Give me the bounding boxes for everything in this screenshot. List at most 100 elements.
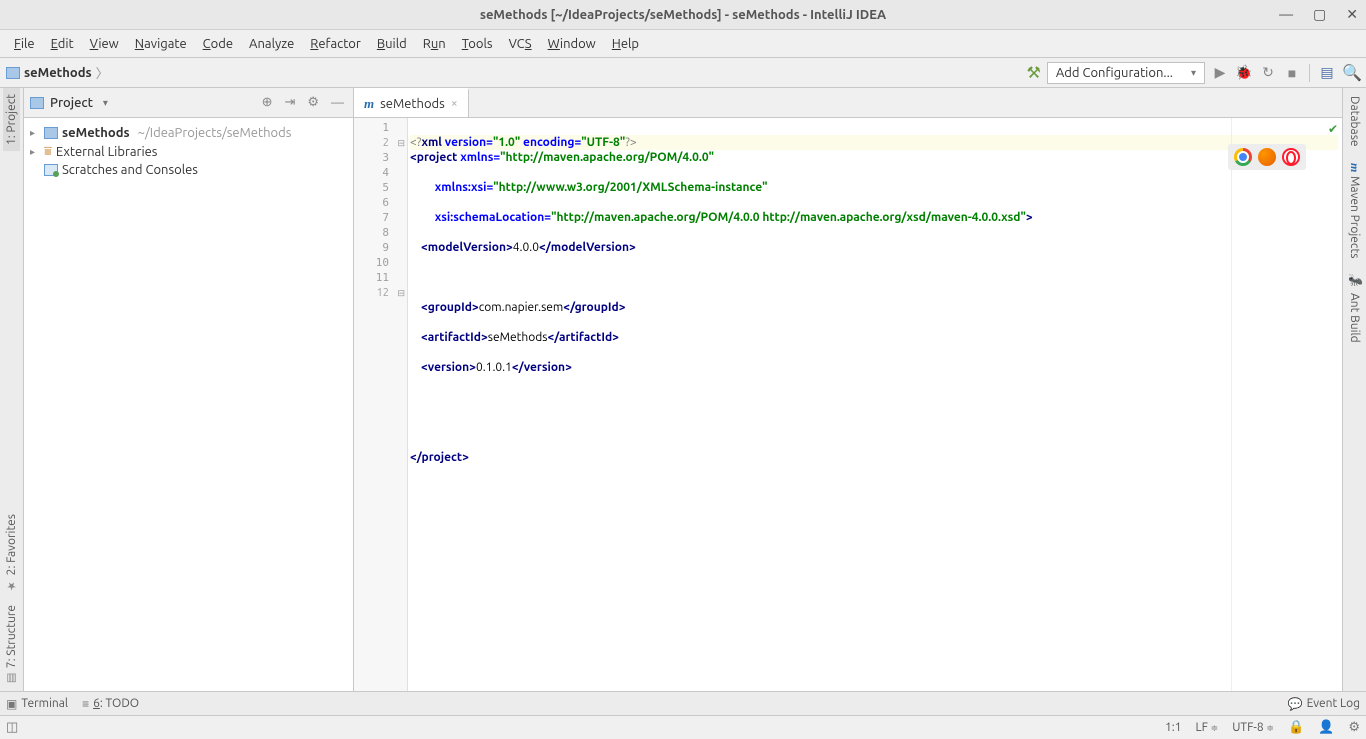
chevron-down-icon[interactable]: ▾ — [103, 97, 108, 109]
run-icon[interactable]: ▶ — [1211, 64, 1229, 81]
line-number: 12⊟ — [354, 285, 407, 300]
run-config-label: Add Configuration... — [1056, 66, 1173, 80]
editor-gutter[interactable]: 1 2⊟ 3 4 5 6 7 8 9 10 11 12⊟ — [354, 118, 408, 691]
run-config-dropdown[interactable]: Add Configuration... ▾ — [1047, 62, 1205, 84]
menu-vcs[interactable]: VCS — [501, 33, 540, 55]
tool-tab-maven[interactable]: mMaven Projects — [1345, 155, 1364, 267]
window-title: seMethods [~/IdeaProjects/seMethods] - s… — [480, 8, 886, 22]
project-tool-window: Project ▾ ⊕ ⇥ ⚙ — ▸ seMethods ~/IdeaProj… — [24, 88, 354, 691]
gear-icon[interactable]: ⚙ — [304, 95, 322, 110]
editor-body[interactable]: ✔ 1 2⊟ 3 4 5 6 7 8 9 10 11 12⊟ <?xml ver… — [354, 118, 1342, 691]
left-tool-rail: 1: Project ★2: Favorites ▥7: Structure — [0, 88, 24, 691]
collapse-icon[interactable]: ⇥ — [281, 95, 298, 110]
project-toolbar: Project ▾ ⊕ ⇥ ⚙ — — [24, 88, 353, 118]
status-bar: ◫ 1:1 LF ≑ UTF-8 ≑ 🔒 👤 ⚙ — [0, 715, 1366, 739]
project-structure-icon[interactable]: ▤ — [1318, 64, 1336, 81]
build-icon[interactable]: ⚒ — [1027, 63, 1041, 82]
menu-help[interactable]: Help — [604, 33, 647, 55]
line-number: 11 — [354, 270, 407, 285]
chevron-right-icon: 〉 — [96, 63, 109, 82]
line-number: 1 — [354, 120, 407, 135]
menu-bar: File Edit View Navigate Code Analyze Ref… — [0, 30, 1366, 58]
structure-icon: ▥ — [6, 672, 16, 685]
tool-tab-ant[interactable]: 🐜Ant Build — [1346, 266, 1364, 350]
tool-tab-structure[interactable]: ▥7: Structure — [3, 599, 20, 691]
line-number: 5 — [354, 180, 407, 195]
close-button[interactable]: ✕ — [1346, 6, 1358, 23]
project-folder-icon — [6, 67, 20, 79]
close-tab-icon[interactable]: × — [451, 97, 458, 110]
locate-icon[interactable]: ⊕ — [259, 95, 276, 110]
right-margin-line — [1231, 118, 1232, 691]
menu-file[interactable]: File — [6, 33, 43, 55]
editor-content[interactable]: <?xml version="1.0" encoding="UTF-8"?> <… — [408, 118, 1342, 691]
line-number: 4 — [354, 165, 407, 180]
menu-navigate[interactable]: Navigate — [127, 33, 195, 55]
line-number: 6 — [354, 195, 407, 210]
stop-icon[interactable]: ■ — [1283, 65, 1301, 81]
todo-icon: ≡ — [82, 697, 89, 711]
breadcrumb-root: seMethods — [24, 66, 92, 80]
tool-tab-project[interactable]: 1: Project — [3, 88, 20, 151]
menu-window[interactable]: Window — [540, 33, 604, 55]
tree-project-root[interactable]: ▸ seMethods ~/IdeaProjects/seMethods — [30, 124, 347, 142]
window-controls: — ▢ ✕ — [1279, 6, 1358, 23]
folder-icon — [44, 127, 58, 139]
menu-tools[interactable]: Tools — [454, 33, 501, 55]
navigation-bar: seMethods 〉 ⚒ Add Configuration... ▾ ▶ 🐞… — [0, 58, 1366, 88]
line-number: 10 — [354, 255, 407, 270]
fold-end-icon[interactable]: ⊟ — [397, 286, 405, 301]
lock-icon[interactable]: 🔒 — [1288, 720, 1304, 735]
line-number: 7 — [354, 210, 407, 225]
hide-icon[interactable]: — — [328, 96, 347, 110]
search-icon[interactable]: 🔍 — [1342, 63, 1360, 82]
line-number: 8 — [354, 225, 407, 240]
expand-arrow-icon[interactable]: ▸ — [30, 127, 40, 139]
status-encoding[interactable]: UTF-8 ≑ — [1232, 721, 1274, 734]
menu-run[interactable]: Run — [415, 33, 454, 55]
status-caret-position[interactable]: 1:1 — [1165, 721, 1182, 734]
minimize-button[interactable]: — — [1279, 6, 1293, 23]
debug-icon[interactable]: 🐞 — [1235, 64, 1253, 81]
fold-icon[interactable]: ⊟ — [397, 136, 405, 151]
project-path: ~/IdeaProjects/seMethods — [138, 126, 292, 140]
menu-edit[interactable]: Edit — [43, 33, 82, 55]
tree-scratches[interactable]: ▸ Scratches and Consoles — [30, 161, 347, 179]
bottom-tool-tabs: ▣Terminal ≡6: TODO 💬Event Log — [0, 691, 1366, 715]
status-line-ending[interactable]: LF ≑ — [1196, 721, 1219, 734]
editor-area: m seMethods × ✔ 1 2⊟ 3 4 5 6 7 8 9 — [354, 88, 1342, 691]
separator — [1309, 64, 1310, 82]
expand-arrow-icon[interactable]: ▸ — [30, 146, 40, 158]
tool-tab-terminal[interactable]: ▣Terminal — [6, 697, 68, 711]
menu-code[interactable]: Code — [195, 33, 241, 55]
tool-tab-database[interactable]: Database — [1346, 88, 1363, 155]
project-name: seMethods — [62, 126, 130, 140]
tool-tab-favorites[interactable]: ★2: Favorites — [3, 508, 20, 598]
tree-external-libraries[interactable]: ▸ ⩸ External Libraries — [30, 142, 347, 161]
tool-windows-icon[interactable]: ◫ — [6, 720, 18, 735]
menu-analyze[interactable]: Analyze — [241, 33, 302, 55]
menu-view[interactable]: View — [82, 33, 127, 55]
firefox-icon[interactable] — [1258, 148, 1276, 166]
tool-tab-todo[interactable]: ≡6: TODO — [82, 697, 139, 711]
editor-tab-semethods[interactable]: m seMethods × — [354, 88, 469, 117]
opera-icon[interactable] — [1282, 148, 1300, 166]
ant-icon: 🐜 — [1348, 274, 1362, 289]
project-view-label[interactable]: Project — [50, 96, 93, 110]
browser-preview-icons — [1228, 144, 1306, 170]
maximize-button[interactable]: ▢ — [1313, 6, 1326, 23]
coverage-icon[interactable]: ↻ — [1259, 64, 1277, 81]
ide-settings-icon[interactable]: ⚙ — [1348, 720, 1360, 735]
menu-build[interactable]: Build — [369, 33, 415, 55]
maven-file-icon: m — [364, 96, 374, 112]
terminal-icon: ▣ — [6, 697, 17, 711]
inspection-ok-icon[interactable]: ✔ — [1328, 122, 1338, 136]
event-log-icon: 💬 — [1288, 697, 1303, 711]
tool-tab-event-log[interactable]: 💬Event Log — [1288, 697, 1360, 711]
right-tool-rail: Database mMaven Projects 🐜Ant Build — [1342, 88, 1366, 691]
menu-refactor[interactable]: Refactor — [302, 33, 369, 55]
breadcrumb[interactable]: seMethods 〉 — [6, 63, 109, 82]
chrome-icon[interactable] — [1234, 148, 1252, 166]
inspector-icon[interactable]: 👤 — [1318, 720, 1334, 735]
line-number: 2⊟ — [354, 135, 407, 150]
